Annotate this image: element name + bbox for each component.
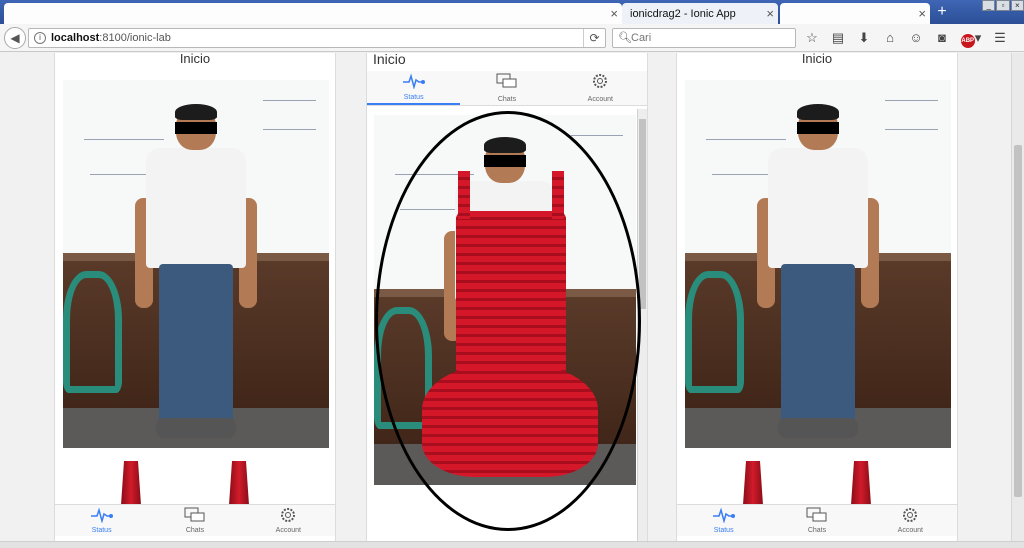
close-window-button[interactable]: × (1010, 0, 1024, 11)
close-tab-icon[interactable]: × (610, 6, 618, 21)
tab-account[interactable]: Account (554, 71, 647, 105)
tab-chats[interactable]: Chats (148, 505, 241, 536)
search-bar[interactable]: 🔍︎ (612, 28, 796, 48)
minimize-button[interactable]: _ (982, 0, 996, 11)
gear-icon (281, 508, 296, 522)
pulse-icon (712, 507, 735, 523)
browser-toolbar: ☆ ▤ ⬇ ⌂ ☺ ◙ ABP▾ ☰ (802, 29, 1010, 48)
dress-thumbnail[interactable] (121, 461, 141, 505)
reload-icon[interactable]: ⟳ (583, 29, 605, 47)
tab-chats[interactable]: Chats (770, 505, 863, 536)
search-icon: 🔍︎ (618, 32, 632, 44)
tab-account[interactable]: Account (242, 505, 335, 536)
gear-icon (903, 508, 918, 522)
chat-bubbles-icon (496, 73, 517, 88)
face-redaction-bar (175, 122, 217, 134)
device-preview-right: Inicio Status Chats Account (676, 53, 958, 541)
back-button[interactable]: ◀ (4, 27, 26, 49)
menu-icon[interactable]: ☰ (990, 29, 1010, 47)
gear-icon (593, 74, 608, 88)
download-icon[interactable]: ⬇ (854, 29, 874, 47)
tab-account[interactable]: Account (864, 505, 957, 536)
dress-thumbnail[interactable] (743, 461, 763, 505)
tab-bar: Status Chats Account (677, 504, 957, 536)
browser-tab-bar: × ionicdrag2 - Ionic App × × + _ ▫ × (0, 0, 1024, 24)
browser-nav-bar: ◀ i localhost:8100/ionic-lab ⟳ 🔍︎ ☆ ▤ ⬇ … (0, 24, 1024, 52)
close-tab-icon[interactable]: × (918, 6, 926, 21)
smiley-icon[interactable]: ☺ (906, 29, 926, 47)
person-photo[interactable] (685, 80, 951, 448)
page-scrollbar[interactable] (1011, 53, 1024, 541)
close-tab-icon[interactable]: × (766, 6, 774, 21)
tab-bar-top: Status Chats Account (367, 71, 647, 106)
person-figure (131, 104, 261, 446)
pocket-icon[interactable]: ◙ (932, 29, 952, 47)
person-photo[interactable] (63, 80, 329, 448)
pulse-icon (90, 507, 113, 523)
adblock-icon[interactable]: ABP▾ (958, 29, 984, 48)
dress-thumbnail[interactable] (851, 461, 871, 505)
star-icon[interactable]: ☆ (802, 29, 822, 47)
tab-status[interactable]: Status (677, 505, 770, 536)
tab-status[interactable]: Status (55, 505, 148, 536)
tab-status[interactable]: Status (367, 71, 461, 105)
horizontal-scrollbar[interactable] (0, 541, 1024, 548)
url-bar[interactable]: i localhost:8100/ionic-lab ⟳ (28, 28, 606, 48)
annotation-ellipse (375, 111, 641, 531)
home-icon[interactable]: ⌂ (880, 29, 900, 47)
dress-thumbnail[interactable] (229, 461, 249, 505)
device-preview-middle: Inicio Status Chats Account (366, 53, 648, 541)
browser-tab-redacted[interactable]: × (4, 3, 622, 24)
maximize-button[interactable]: ▫ (996, 0, 1010, 11)
chat-bubbles-icon (184, 507, 205, 522)
reading-list-icon[interactable]: ▤ (828, 29, 848, 47)
tab-bar: Status Chats Account (55, 504, 335, 536)
browser-tab-redacted[interactable]: × (780, 3, 930, 24)
back-icon: ◀ (10, 31, 20, 45)
device-preview-left: Inicio Status Chats Account (54, 53, 336, 541)
face-redaction-bar (797, 122, 839, 134)
page-title: Inicio (801, 53, 833, 66)
tab-chats[interactable]: Chats (460, 71, 553, 105)
chat-bubbles-icon (806, 507, 827, 522)
info-icon[interactable]: i (34, 32, 46, 44)
new-tab-button[interactable]: + (932, 3, 952, 22)
page-title: Inicio (373, 53, 406, 67)
pulse-icon (402, 73, 425, 89)
tab-title: ionicdrag2 - Ionic App (630, 8, 736, 20)
window-controls: _ ▫ × (982, 0, 1024, 12)
page-title: Inicio (179, 53, 211, 66)
search-input[interactable] (631, 31, 791, 45)
browser-tab-active[interactable]: ionicdrag2 - Ionic App × (622, 3, 778, 24)
person-figure (753, 104, 883, 446)
url-text: localhost:8100/ionic-lab (51, 32, 171, 44)
ionic-lab-page: Inicio Status Chats Account Inicio Statu… (0, 53, 1011, 541)
